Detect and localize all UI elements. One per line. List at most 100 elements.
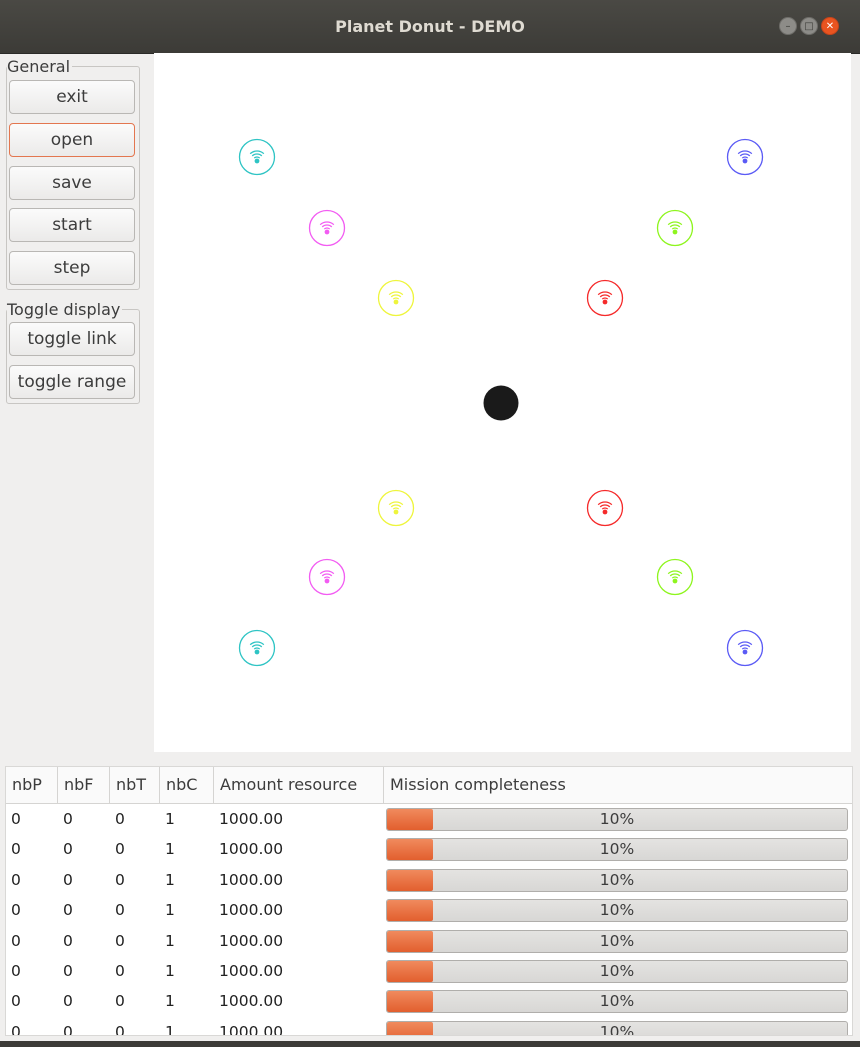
cell-nbc: 1 <box>165 962 175 980</box>
wifi-robot-icon <box>726 138 764 176</box>
column-header-amount-resource[interactable]: Amount resource <box>214 767 384 803</box>
toggle-display-group-label: Toggle display <box>7 300 123 319</box>
column-header-nbp[interactable]: nbP <box>6 767 58 803</box>
cell-nbt: 0 <box>115 901 125 920</box>
simulation-svg <box>238 138 764 667</box>
toggle-range-button[interactable]: toggle range <box>9 365 135 399</box>
table-row[interactable]: 0 0 0 1 1000.00 10% <box>6 1017 852 1036</box>
cell-amount: 1000.00 <box>219 870 284 889</box>
cell-nbc: 1 <box>165 870 175 889</box>
column-header-nbc[interactable]: nbC <box>160 767 214 803</box>
wifi-robot-icon <box>656 558 694 596</box>
cell-nbt: 0 <box>115 870 125 889</box>
wifi-robot-icon <box>586 489 624 527</box>
cell-nbp: 0 <box>11 931 21 950</box>
cell-nbf: 0 <box>63 1022 73 1036</box>
maximize-icon[interactable]: □ <box>800 17 818 35</box>
wifi-robot-icon <box>238 138 276 176</box>
mission-progress-bar: 10% <box>386 838 848 862</box>
table-header: nbP nbF nbT nbC Amount resource Mission … <box>6 767 852 804</box>
progress-text: 10% <box>599 810 635 828</box>
cell-nbf: 0 <box>63 901 73 920</box>
general-group-label: General <box>7 57 73 76</box>
robot-base-table[interactable]: nbP nbF nbT nbC Amount resource Mission … <box>5 766 853 1036</box>
mission-progress-bar: 10% <box>386 1020 848 1036</box>
cell-nbf: 0 <box>63 992 73 1011</box>
progress-text: 10% <box>599 840 635 859</box>
cell-amount: 1000.00 <box>219 931 284 950</box>
mission-progress-bar: 10% <box>386 929 848 953</box>
wifi-robot-icon <box>586 279 624 317</box>
title-bar[interactable]: Planet Donut - DEMO – □ ✕ <box>0 0 860 54</box>
mission-progress-bar: 10% <box>386 990 848 1014</box>
cell-nbt: 0 <box>115 810 125 828</box>
step-button[interactable]: step <box>9 251 135 285</box>
minimize-icon[interactable]: – <box>779 17 797 35</box>
cell-nbc: 1 <box>165 810 175 828</box>
table-row[interactable]: 0 0 0 1 1000.00 10% <box>6 926 852 957</box>
start-button[interactable]: start <box>9 208 135 242</box>
cell-amount: 1000.00 <box>219 901 284 920</box>
cell-nbf: 0 <box>63 870 73 889</box>
table-row[interactable]: 0 0 0 1 1000.00 10% <box>6 804 852 835</box>
exit-button[interactable]: exit <box>9 80 135 114</box>
close-icon[interactable]: ✕ <box>821 17 839 35</box>
wifi-robot-icon <box>377 489 415 527</box>
planet-base <box>483 385 519 421</box>
table-row[interactable]: 0 0 0 1 1000.00 10% <box>6 986 852 1017</box>
wifi-robot-icon <box>308 558 346 596</box>
table-row[interactable]: 0 0 0 1 1000.00 10% <box>6 865 852 896</box>
cell-nbt: 0 <box>115 992 125 1011</box>
save-button[interactable]: save <box>9 166 135 200</box>
toggle-link-button[interactable]: toggle link <box>9 322 135 356</box>
cell-nbc: 1 <box>165 840 175 859</box>
simulation-canvas[interactable] <box>154 53 851 752</box>
open-button[interactable]: open <box>9 123 135 157</box>
wifi-robot-icon <box>377 279 415 317</box>
mission-progress-bar: 10% <box>386 808 848 831</box>
mission-progress-bar: 10% <box>386 868 848 892</box>
progress-text: 10% <box>599 992 635 1011</box>
cell-amount: 1000.00 <box>219 962 284 980</box>
cell-nbc: 1 <box>165 931 175 950</box>
window-title: Planet Donut - DEMO <box>335 17 525 36</box>
window-bottom-border <box>0 1041 860 1047</box>
general-group: General exit open save start step <box>6 57 140 290</box>
cell-nbp: 0 <box>11 810 21 828</box>
cell-nbp: 0 <box>11 1022 21 1036</box>
cell-nbt: 0 <box>115 962 125 980</box>
cell-amount: 1000.00 <box>219 1022 284 1036</box>
cell-amount: 1000.00 <box>219 810 284 828</box>
cell-nbp: 0 <box>11 992 21 1011</box>
wifi-robot-icon <box>308 209 346 247</box>
progress-text: 10% <box>599 870 635 889</box>
cell-nbp: 0 <box>11 840 21 859</box>
column-header-nbt[interactable]: nbT <box>110 767 160 803</box>
progress-text: 10% <box>599 1022 635 1036</box>
cell-amount: 1000.00 <box>219 840 284 859</box>
progress-text: 10% <box>599 931 635 950</box>
column-header-nbf[interactable]: nbF <box>58 767 110 803</box>
table-row[interactable]: 0 0 0 1 1000.00 10% <box>6 834 852 865</box>
cell-nbp: 0 <box>11 901 21 920</box>
table-row[interactable]: 0 0 0 1 1000.00 10% <box>6 895 852 926</box>
toggle-display-group: Toggle display toggle link toggle range <box>6 300 140 404</box>
cell-nbf: 0 <box>63 810 73 828</box>
cell-nbf: 0 <box>63 962 73 980</box>
cell-nbc: 1 <box>165 901 175 920</box>
cell-nbf: 0 <box>63 840 73 859</box>
table-row[interactable]: 0 0 0 1 1000.00 10% <box>6 956 852 987</box>
progress-text: 10% <box>599 962 635 980</box>
cell-nbt: 0 <box>115 1022 125 1036</box>
wifi-robot-icon <box>726 629 764 667</box>
cell-nbt: 0 <box>115 840 125 859</box>
wifi-robot-icon <box>238 629 276 667</box>
cell-nbt: 0 <box>115 931 125 950</box>
cell-nbf: 0 <box>63 931 73 950</box>
app-window: Planet Donut - DEMO – □ ✕ General exit o… <box>0 0 860 1047</box>
column-header-mission-completeness[interactable]: Mission completeness <box>384 767 852 803</box>
mission-progress-bar: 10% <box>386 960 848 983</box>
cell-nbc: 1 <box>165 992 175 1011</box>
wifi-robot-icon <box>656 209 694 247</box>
cell-nbp: 0 <box>11 962 21 980</box>
